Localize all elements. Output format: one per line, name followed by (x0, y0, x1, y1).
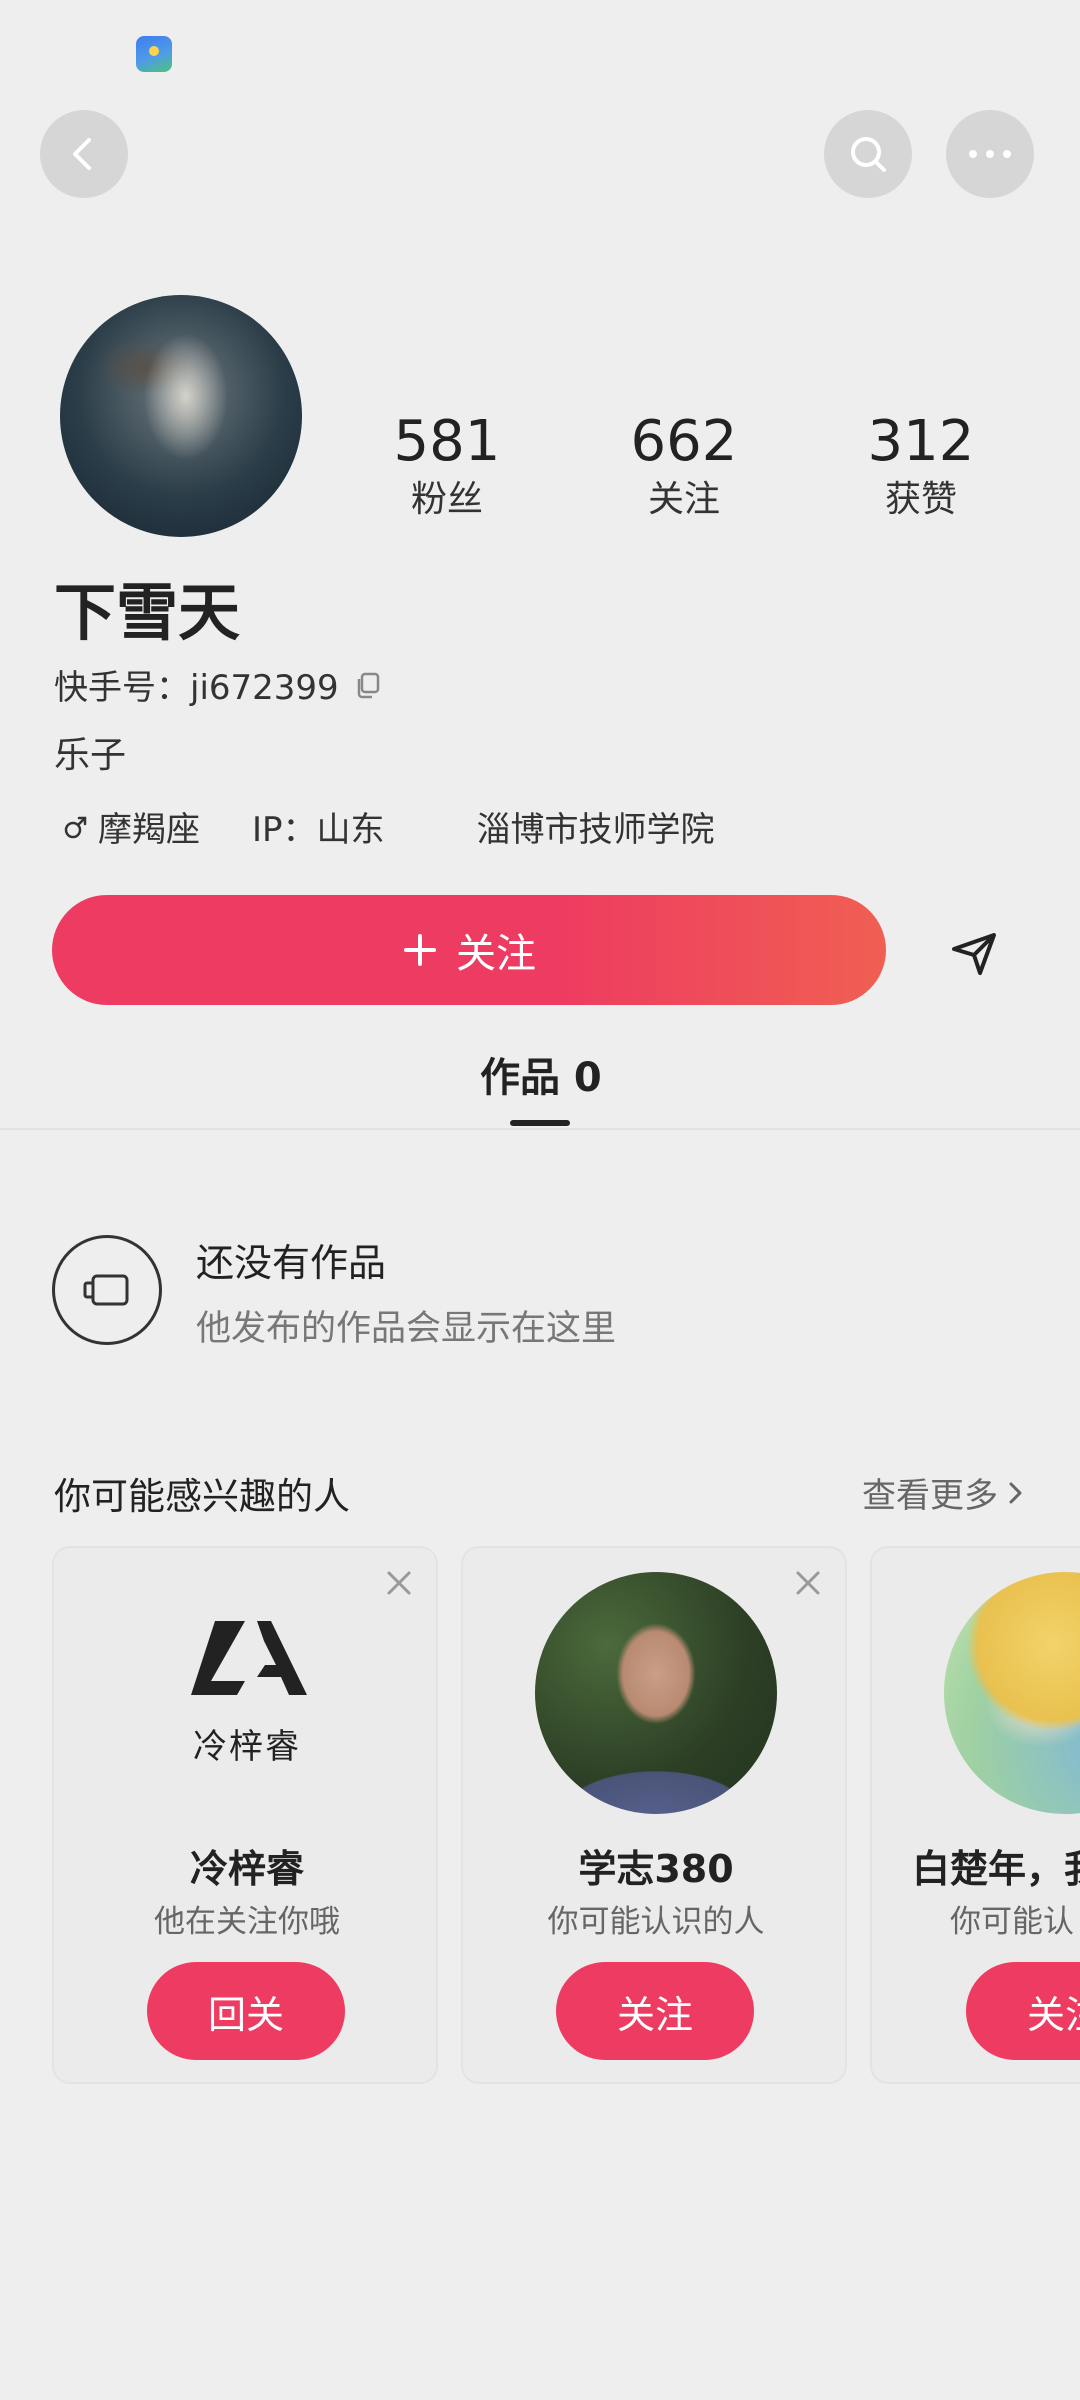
chevron-left-icon (73, 138, 91, 170)
likes-label: 获赞 (884, 479, 957, 520)
male-icon (62, 813, 90, 841)
plus-icon (402, 932, 438, 968)
card-name: 冷梓睿 (189, 1847, 304, 1891)
recommend-card[interactable]: 学志380 你可能认识的人 关注 (461, 1546, 847, 2084)
close-icon[interactable] (384, 1568, 414, 1598)
card-name: 白楚年，我 (912, 1847, 1080, 1891)
avatar[interactable] (60, 295, 302, 537)
follow-button[interactable]: 关注 (966, 1962, 1080, 2060)
follow-button[interactable]: 关注 (556, 1962, 754, 2060)
tab-indicator (510, 1120, 570, 1126)
zodiac-text: 摩羯座 (98, 810, 200, 850)
ip-text: IP：山东 (252, 810, 385, 850)
close-icon[interactable] (793, 1568, 823, 1598)
kuaishou-id-text: 快手号：ji672399 (54, 668, 339, 708)
recommend-card[interactable]: 白楚年，我 你可能认 关注 (870, 1546, 1080, 2084)
empty-works-icon (52, 1235, 162, 1345)
profile-tags: 摩羯座 IP：山东 淄博市技师学院 (62, 802, 715, 851)
following-label: 关注 (647, 479, 720, 520)
zodiac-tag: 摩羯座 (62, 802, 200, 851)
avatar[interactable]: 冷梓睿 (126, 1572, 368, 1814)
follow-button-label: 关注 (456, 931, 536, 977)
fans-label: 粉丝 (410, 479, 483, 520)
card-reason: 你可能认识的人 (547, 1904, 765, 1940)
ip-tag: IP：山东 (252, 802, 385, 851)
stat-following[interactable]: 662 关注 (584, 410, 784, 522)
avatar[interactable] (535, 1572, 777, 1814)
empty-title: 还没有作品 (196, 1241, 387, 1285)
search-icon (851, 137, 886, 172)
more-button[interactable] (946, 110, 1034, 198)
copy-icon[interactable] (353, 670, 383, 700)
card-name: 学志380 (578, 1847, 734, 1891)
back-button[interactable] (40, 110, 128, 198)
avatar[interactable] (944, 1572, 1080, 1814)
search-button[interactable] (824, 110, 912, 198)
video-camera-icon (83, 1274, 129, 1306)
empty-subtitle: 他发布的作品会显示在这里 (196, 1309, 617, 1349)
stat-fans[interactable]: 581 粉丝 (347, 410, 547, 522)
avatar-logo-text: 冷梓睿 (193, 1726, 301, 1767)
view-more-link[interactable]: 查看更多 (862, 1468, 1026, 1517)
profile-page: 581 粉丝 662 关注 312 获赞 下雪天 快手号：ji672399 乐子 (0, 0, 1080, 2400)
follow-button[interactable]: 关注 (52, 895, 886, 1005)
following-count: 662 (630, 409, 738, 474)
likes-count: 312 (867, 409, 975, 474)
follow-back-button[interactable]: 回关 (147, 1962, 345, 2060)
kuaishou-id: 快手号：ji672399 (54, 660, 383, 709)
fans-count: 581 (393, 409, 501, 474)
recommend-title: 你可能感兴趣的人 (54, 1475, 350, 1518)
la-logo-icon (191, 1620, 307, 1695)
tab-works[interactable]: 作品 0 (480, 1045, 602, 1103)
recommend-card[interactable]: 冷梓睿 冷梓睿 他在关注你哦 回关 (52, 1546, 438, 2084)
bio: 乐子 (54, 735, 127, 776)
send-icon (952, 933, 996, 975)
card-reason: 他在关注你哦 (154, 1904, 340, 1940)
stat-likes[interactable]: 312 获赞 (821, 410, 1021, 522)
divider (0, 1128, 1080, 1130)
more-dots-icon (969, 150, 1011, 158)
profile-name: 下雪天 (54, 576, 241, 649)
school-tag[interactable]: 淄博市技师学院 (477, 802, 715, 851)
share-button[interactable] (946, 925, 1002, 981)
card-reason: 你可能认 (950, 1904, 1074, 1940)
chevron-right-icon (1006, 1478, 1026, 1508)
school-text: 淄博市技师学院 (476, 810, 715, 850)
app-notification-icon (136, 36, 172, 72)
view-more-label: 查看更多 (862, 1476, 998, 1516)
